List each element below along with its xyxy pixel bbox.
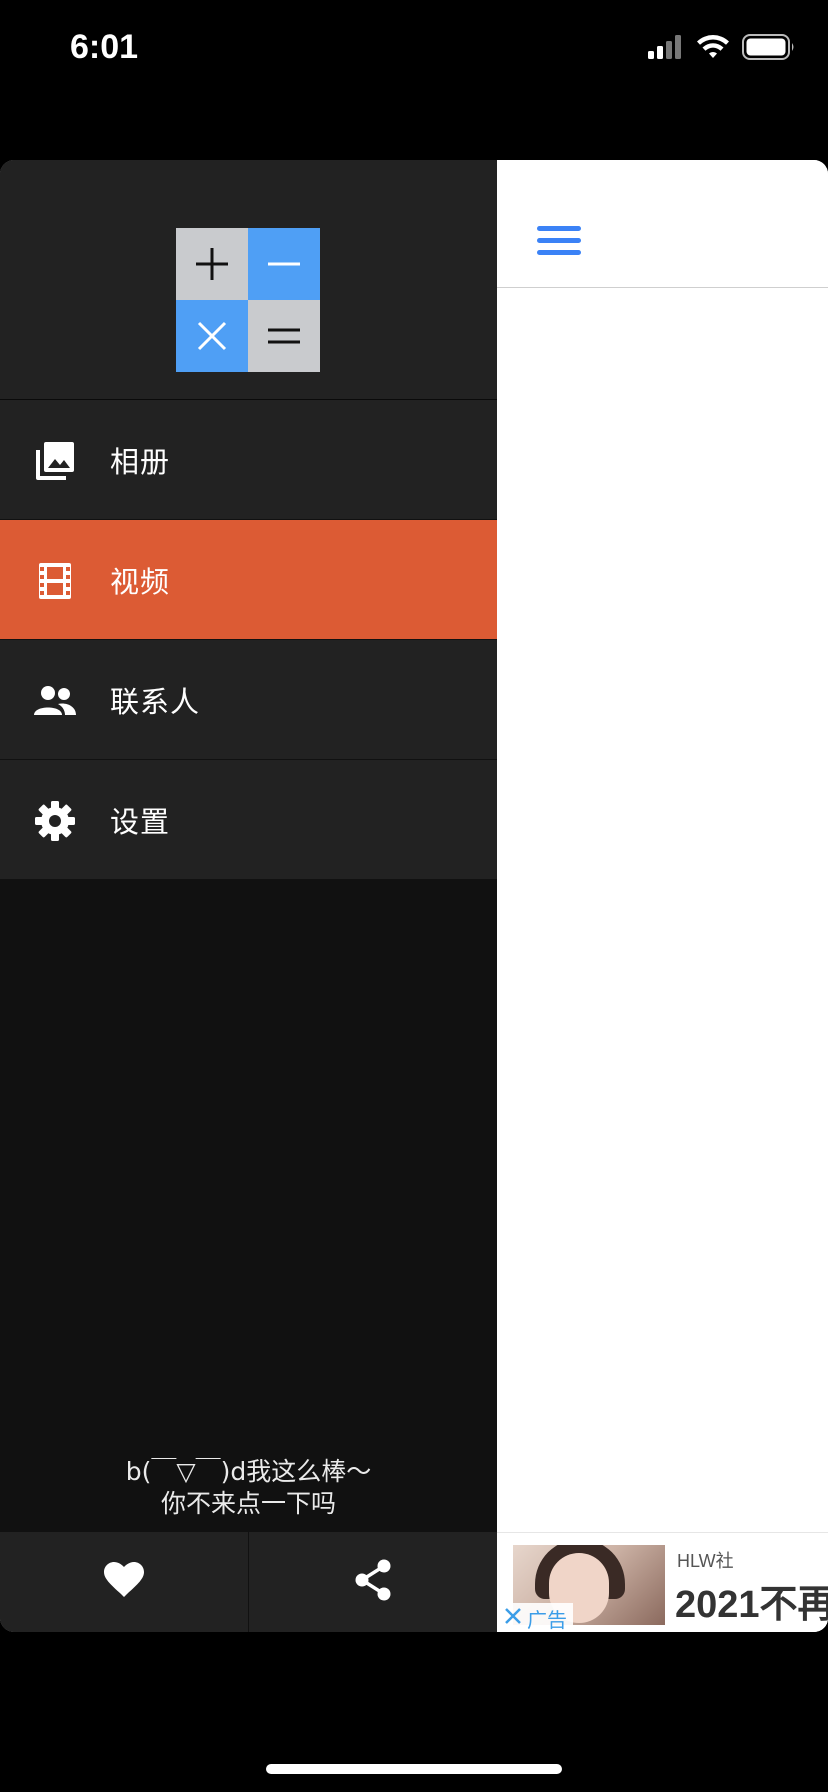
calculator-logo: [176, 228, 320, 372]
close-icon[interactable]: [503, 1606, 523, 1631]
status-icons: [648, 34, 796, 64]
share-icon: [354, 1559, 392, 1605]
photo-album-icon: [34, 440, 76, 482]
home-indicator[interactable]: [266, 1764, 562, 1774]
caption-line-1: b(￣▽￣)d我这么棒～: [125, 1457, 372, 1486]
app-window: 相册 视频 联系人 设置 b(￣▽￣)d我这么棒～ 你不来点一下吗 广告 HLW…: [0, 160, 828, 1632]
ad-label: 广告: [527, 1607, 567, 1632]
main-panel: 广告 HLW社 2021不再: [497, 160, 828, 1632]
ad-banner[interactable]: 广告 HLW社 2021不再: [497, 1532, 828, 1632]
cellular-signal-icon: [648, 35, 684, 63]
ad-title: 2021不再: [675, 1584, 828, 1626]
menu-label-video: 视频: [110, 564, 171, 599]
ad-tag[interactable]: 广告: [497, 1603, 573, 1632]
menu-label-contacts: 联系人: [110, 684, 201, 719]
menu-item-contacts[interactable]: 联系人: [0, 640, 497, 760]
share-button[interactable]: [248, 1532, 497, 1632]
caption-line-2: 你不来点一下吗: [160, 1489, 336, 1518]
minus-icon: [248, 228, 320, 300]
people-icon: [34, 680, 76, 722]
drawer-caption: b(￣▽￣)d我这么棒～ 你不来点一下吗: [0, 1456, 497, 1520]
menu-item-settings[interactable]: 设置: [0, 760, 497, 880]
status-bar: 6:01: [0, 0, 828, 100]
hamburger-menu-icon[interactable]: [537, 226, 581, 258]
main-header: [497, 160, 828, 288]
battery-icon: [742, 34, 796, 64]
times-icon: [176, 300, 248, 372]
menu-label-album: 相册: [110, 444, 171, 479]
drawer-header: [0, 160, 497, 400]
side-drawer: 相册 视频 联系人 设置 b(￣▽￣)d我这么棒～ 你不来点一下吗: [0, 160, 497, 1632]
drawer-menu: 相册 视频 联系人 设置: [0, 400, 497, 880]
heart-icon: [104, 1562, 144, 1602]
film-icon: [34, 560, 76, 602]
drawer-footer: [0, 1532, 497, 1632]
wifi-icon: [696, 34, 730, 64]
gear-icon: [34, 800, 76, 842]
like-button[interactable]: [0, 1532, 248, 1632]
ad-source: HLW社: [677, 1551, 734, 1571]
plus-icon: [176, 228, 248, 300]
menu-item-album[interactable]: 相册: [0, 400, 497, 520]
status-time: 6:01: [70, 28, 139, 66]
menu-label-settings: 设置: [110, 804, 171, 839]
equals-icon: [248, 300, 320, 372]
menu-item-video[interactable]: 视频: [0, 520, 497, 640]
